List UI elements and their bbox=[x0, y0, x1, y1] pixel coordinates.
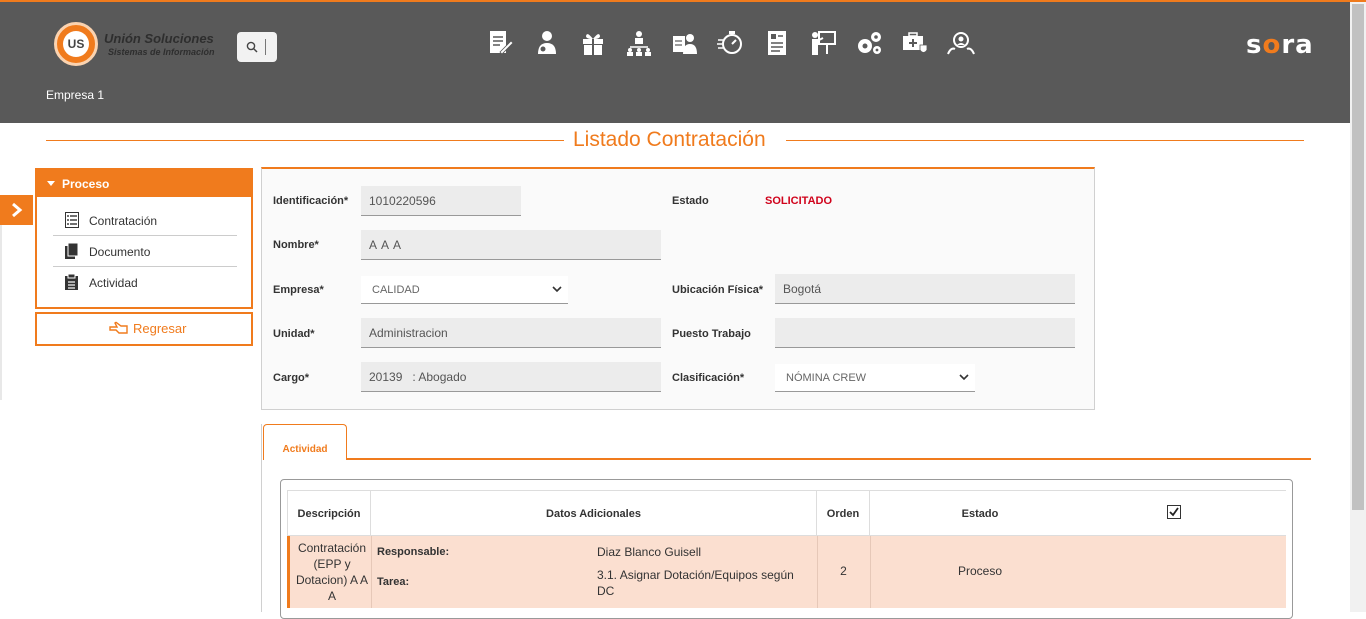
nombre-label: Nombre* bbox=[273, 239, 319, 251]
table-row[interactable]: Contratación (EPP y Dotacion) A A A Resp… bbox=[287, 536, 1286, 608]
process-panel-title: Proceso bbox=[62, 177, 110, 191]
nombre-field[interactable]: A A A bbox=[361, 230, 661, 260]
document-edit-icon[interactable] bbox=[486, 28, 516, 58]
presentation-icon[interactable] bbox=[808, 28, 838, 58]
search-button[interactable] bbox=[237, 32, 277, 62]
checkmark-icon bbox=[1169, 507, 1179, 517]
puesto-trabajo-label: Puesto Trabajo bbox=[672, 328, 751, 340]
logo-badge-text: US bbox=[63, 31, 89, 57]
person-doctor-icon[interactable] bbox=[532, 28, 562, 58]
contract-form: Identificación* 1010220596 Estado SOLICI… bbox=[261, 167, 1095, 410]
unidad-label: Unidad* bbox=[273, 328, 315, 340]
company-name[interactable]: Empresa 1 bbox=[46, 88, 104, 102]
identificacion-label: Identificación* bbox=[273, 195, 349, 207]
person-card-icon[interactable] bbox=[670, 28, 700, 58]
cell-responsable: Diaz Blanco Guisell bbox=[597, 545, 702, 559]
tabs-section: Actividad Descripción Datos Adicionales … bbox=[261, 424, 1311, 619]
col-descripcion[interactable]: Descripción bbox=[287, 491, 371, 537]
unidad-field[interactable]: Administracion bbox=[361, 318, 661, 348]
logo-title: Unión Soluciones bbox=[104, 31, 214, 46]
back-button[interactable]: Regresar bbox=[35, 312, 253, 346]
activity-table: Descripción Datos Adicionales Orden Esta… bbox=[280, 479, 1293, 619]
sidebar-item-label: Actividad bbox=[89, 276, 138, 290]
cell-estado: Proceso bbox=[957, 564, 1003, 578]
cell-descripcion: Contratación (EPP y Dotacion) A A A bbox=[295, 541, 369, 603]
empresa-label: Empresa* bbox=[273, 284, 324, 296]
logo-subtitle: Sistemas de Información bbox=[108, 47, 215, 57]
medical-bag-icon[interactable] bbox=[900, 28, 930, 58]
sidebar-toggle-button[interactable] bbox=[0, 195, 33, 225]
app-header: US Unión Soluciones Sistemas de Informac… bbox=[0, 2, 1350, 123]
sidebar-item-contratacion[interactable]: Contratación bbox=[53, 205, 237, 236]
hand-point-left-icon bbox=[109, 321, 128, 334]
tab-underline bbox=[347, 458, 1311, 460]
search-icon bbox=[246, 41, 258, 53]
ubicacion-label: Ubicación Física* bbox=[672, 284, 764, 296]
gift-icon[interactable] bbox=[578, 28, 608, 58]
process-panel-header[interactable]: Proceso bbox=[37, 170, 251, 197]
brand-o: o bbox=[1262, 30, 1282, 60]
estado-label: Estado bbox=[672, 195, 709, 207]
tarea-label: Tarea: bbox=[377, 576, 410, 588]
cell-tarea: 3.1. Asignar Dotación/Equipos según DC bbox=[597, 568, 794, 598]
col-divider bbox=[371, 536, 372, 608]
caret-down-icon bbox=[47, 181, 55, 186]
sora-brand-logo: sora bbox=[1246, 30, 1314, 60]
clasificacion-select[interactable]: NÓMINA CREW bbox=[775, 364, 975, 392]
org-chart-icon[interactable] bbox=[624, 28, 654, 58]
chevron-down-icon bbox=[552, 286, 562, 293]
col-datos-adicionales[interactable]: Datos Adicionales bbox=[371, 491, 817, 537]
cargo-label: Cargo* bbox=[273, 372, 310, 384]
select-all-checkbox[interactable] bbox=[1167, 505, 1181, 519]
table-header: Descripción Datos Adicionales Orden Esta… bbox=[287, 490, 1286, 537]
col-estado[interactable]: Estado bbox=[870, 491, 1090, 537]
timer-icon[interactable] bbox=[716, 28, 746, 58]
sidebar-edge bbox=[0, 225, 2, 400]
cell-orden: 2 bbox=[840, 564, 847, 578]
title-divider-right bbox=[786, 140, 1304, 141]
ubicacion-field[interactable]: Bogotá bbox=[775, 274, 1075, 304]
chevron-right-icon bbox=[11, 202, 22, 218]
estado-value: SOLICITADO bbox=[765, 195, 833, 207]
company-logo[interactable]: US Unión Soluciones Sistemas de Informac… bbox=[54, 22, 224, 68]
empresa-select[interactable]: CALIDAD bbox=[361, 276, 568, 304]
scrollbar-thumb[interactable] bbox=[1352, 4, 1364, 510]
responsable-label: Responsable: bbox=[377, 546, 450, 558]
report-list-icon[interactable] bbox=[762, 28, 792, 58]
process-panel: Proceso Contratación Documento Actividad bbox=[35, 168, 253, 309]
sidebar-item-label: Contratación bbox=[89, 214, 158, 228]
clipboard-icon bbox=[65, 274, 78, 290]
clasificacion-selected: NÓMINA CREW bbox=[786, 372, 867, 384]
title-divider-left bbox=[46, 140, 564, 141]
gears-icon[interactable] bbox=[854, 28, 884, 58]
search-caret bbox=[265, 39, 266, 55]
chevron-down-icon bbox=[959, 374, 969, 381]
brand-post: ra bbox=[1281, 30, 1314, 60]
sidebar-item-actividad[interactable]: Actividad bbox=[53, 267, 237, 298]
page-scrollbar[interactable] bbox=[1350, 2, 1366, 612]
documents-icon bbox=[65, 243, 79, 259]
people-search-icon[interactable] bbox=[946, 28, 976, 58]
logo-badge: US bbox=[54, 22, 98, 66]
tab-actividad[interactable]: Actividad bbox=[263, 424, 347, 460]
back-button-label: Regresar bbox=[133, 321, 187, 336]
page-title: Listado Contratación bbox=[573, 128, 766, 151]
puesto-trabajo-field[interactable] bbox=[775, 318, 1075, 348]
cargo-field[interactable]: 20139 : Abogado bbox=[361, 362, 661, 392]
col-orden[interactable]: Orden bbox=[817, 491, 870, 537]
identificacion-field[interactable]: 1010220596 bbox=[361, 186, 521, 216]
empresa-selected: CALIDAD bbox=[372, 284, 420, 296]
sidebar-item-label: Documento bbox=[89, 245, 151, 259]
sidebar-item-documento[interactable]: Documento bbox=[53, 236, 237, 267]
clasificacion-label: Clasificación* bbox=[672, 372, 745, 384]
list-icon bbox=[65, 212, 79, 228]
brand-pre: s bbox=[1246, 30, 1263, 60]
